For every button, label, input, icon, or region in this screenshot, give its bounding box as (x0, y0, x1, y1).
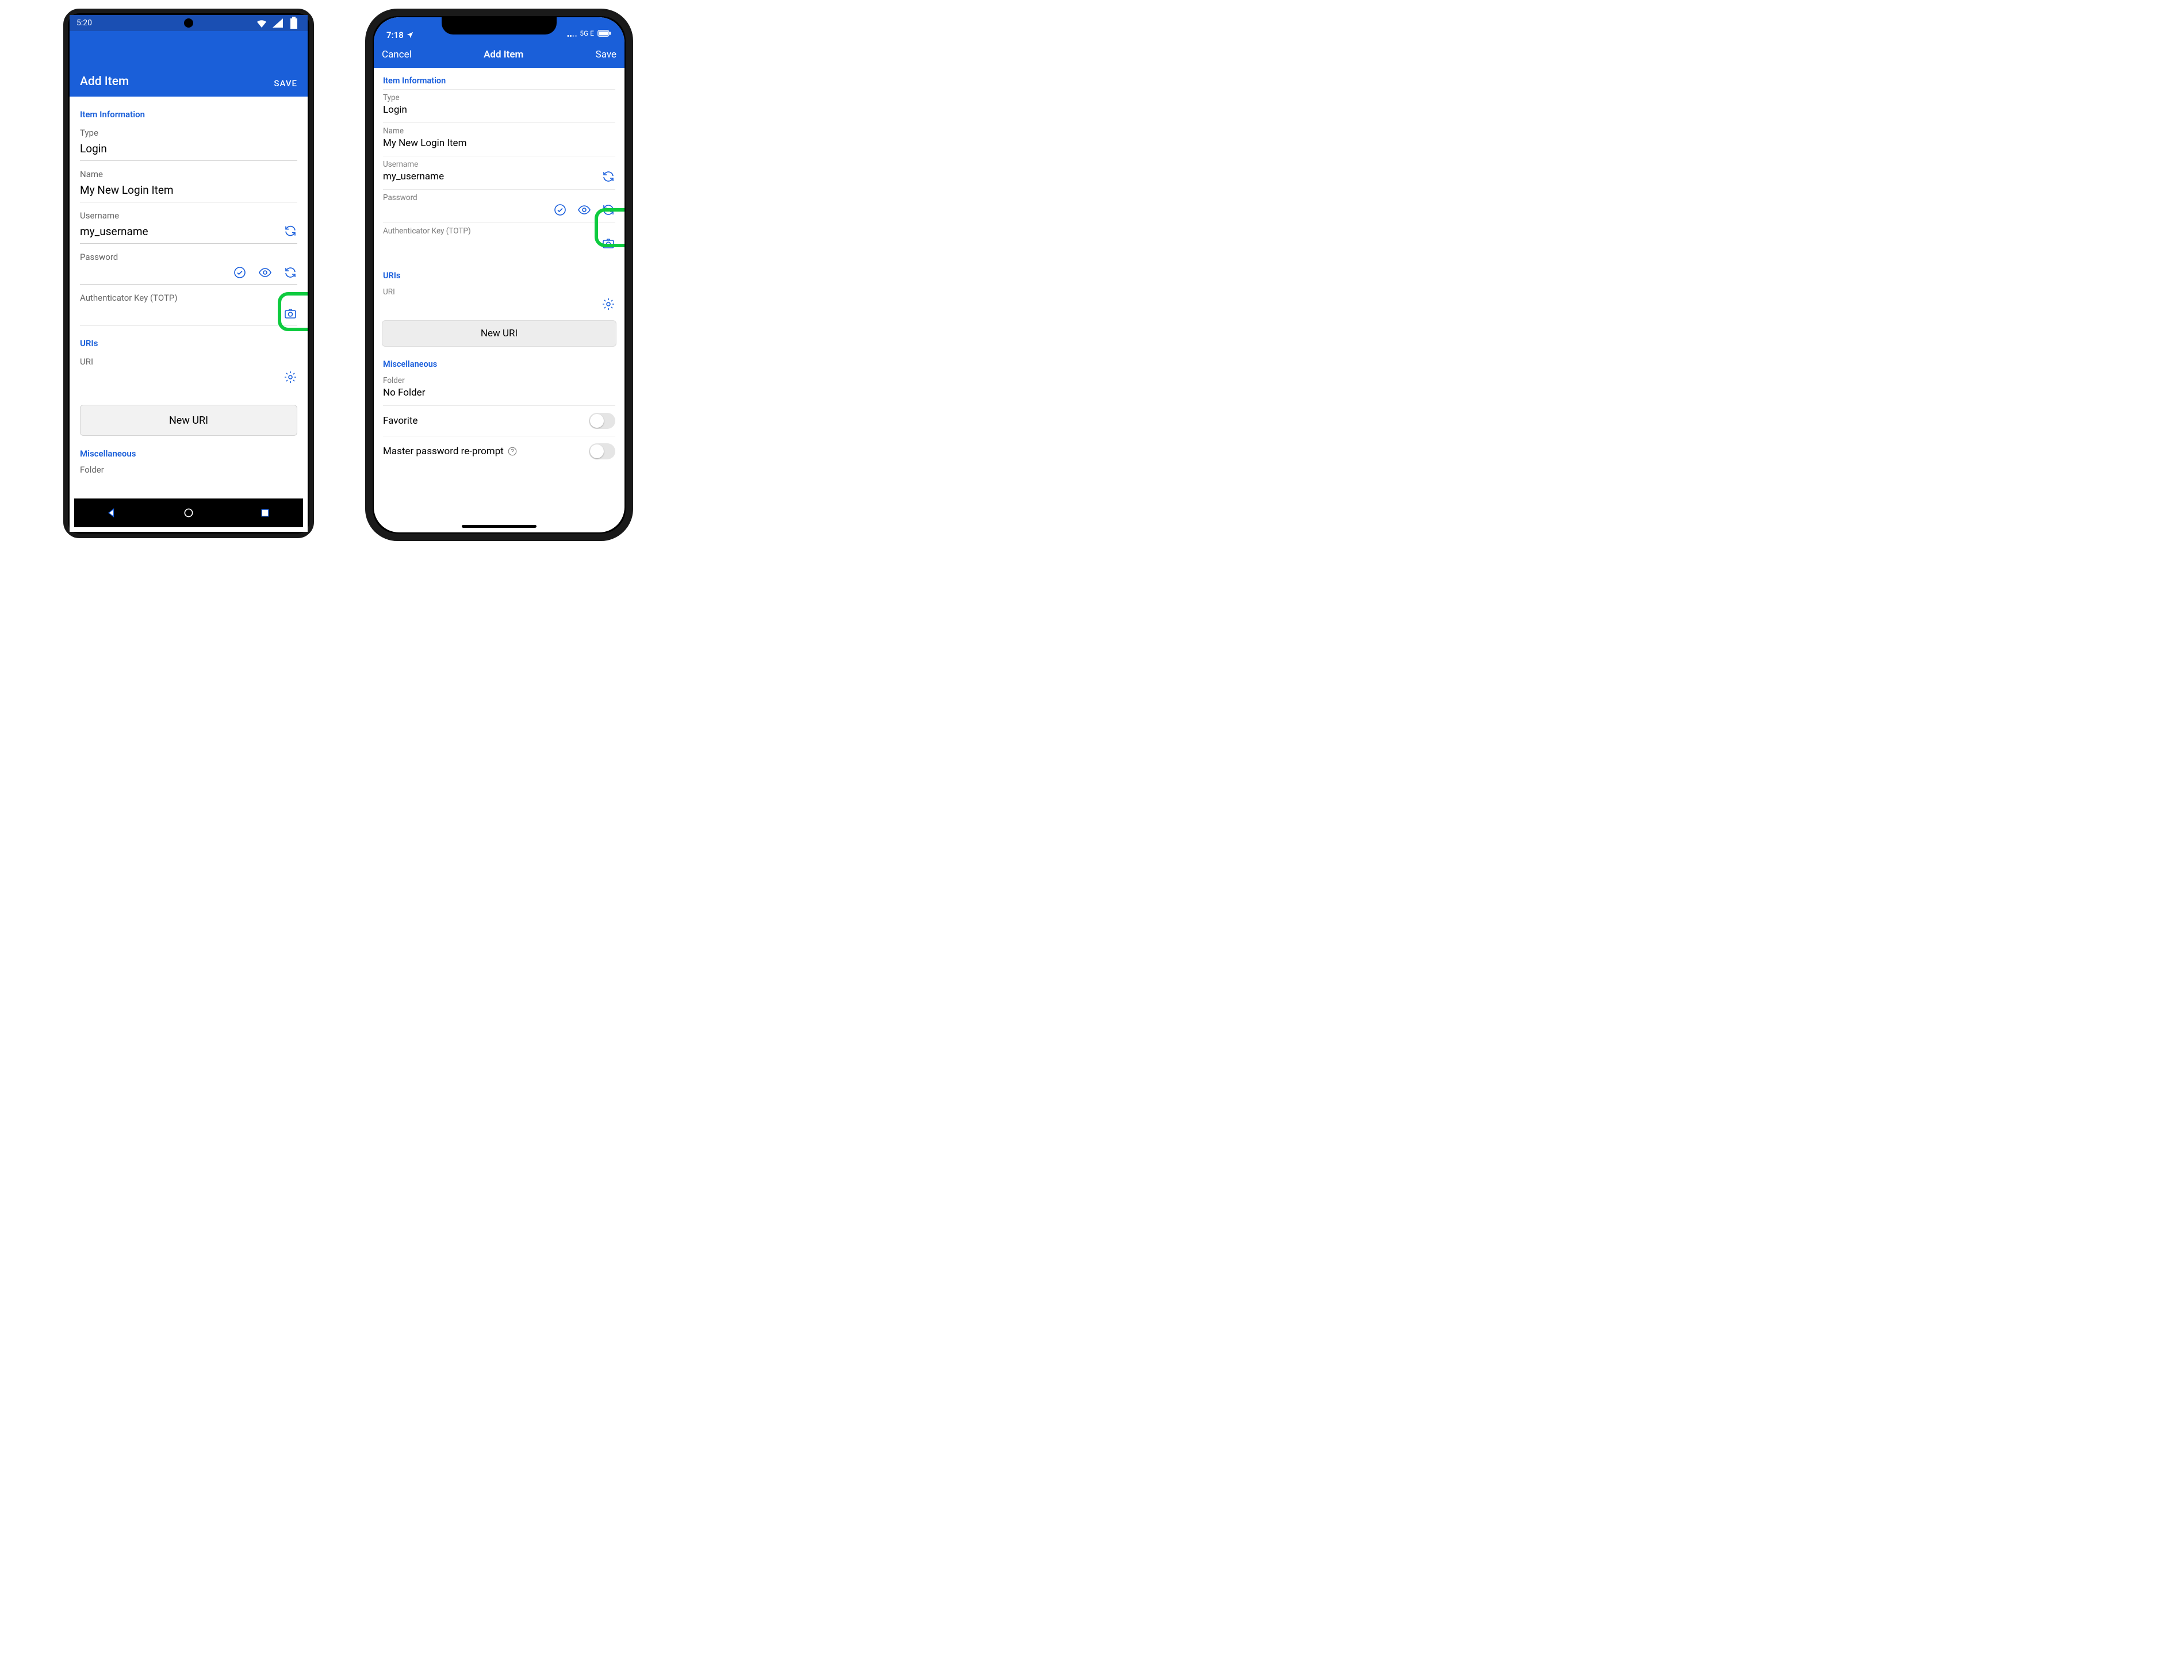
volume-up-button (365, 120, 366, 154)
ios-device: 7:18 5G E Cancel Add Item Save Item Info… (365, 9, 633, 541)
gear-icon[interactable] (283, 370, 297, 384)
password-field[interactable]: Password (383, 189, 615, 223)
wifi-icon (255, 16, 269, 30)
cell-signal-icon (566, 26, 577, 40)
uri-value (383, 297, 615, 314)
save-button[interactable]: SAVE (274, 78, 297, 89)
folder-value: No Folder (383, 385, 615, 403)
password-label: Password (80, 252, 297, 262)
uri-field[interactable]: URI (383, 284, 615, 317)
gear-icon[interactable] (601, 297, 615, 311)
name-field[interactable]: Name My New Login Item (383, 122, 615, 156)
folder-label: Folder (383, 376, 615, 385)
home-icon[interactable] (182, 506, 196, 520)
recent-apps-icon[interactable] (258, 506, 272, 520)
refresh-icon[interactable] (601, 170, 615, 183)
silence-switch (365, 85, 366, 105)
totp-value (383, 236, 615, 254)
username-value: my_username (80, 225, 148, 238)
type-value: Login (383, 102, 615, 120)
section-item-info: Item Information (383, 76, 615, 86)
network-label: 5G E (580, 29, 594, 37)
type-picker[interactable]: Login (80, 138, 297, 161)
reprompt-toggle[interactable] (589, 443, 615, 459)
navbar-title: Add Item (484, 49, 523, 60)
section-uris: URIs (80, 338, 297, 348)
cancel-button[interactable]: Cancel (382, 49, 412, 60)
favorite-toggle[interactable] (589, 413, 615, 429)
android-screen: 5:20 Add Item SAVE Item Information Type… (70, 15, 308, 532)
refresh-icon[interactable] (601, 203, 615, 217)
volume-down-button (365, 163, 366, 197)
appbar-title: Add Item (80, 75, 129, 89)
status-icons (255, 16, 301, 30)
battery-icon (597, 26, 612, 40)
section-item-info: Item Information (80, 109, 297, 120)
uri-label: URI (383, 287, 615, 297)
type-field[interactable]: Type Login (383, 89, 615, 122)
uri-label: URI (80, 356, 297, 367)
totp-label: Authenticator Key (TOTP) (80, 293, 297, 303)
name-input[interactable]: My New Login Item (80, 179, 297, 202)
section-misc: Miscellaneous (80, 448, 297, 459)
ios-navbar: Cancel Add Item Save (374, 41, 624, 68)
favorite-row: Favorite (383, 405, 615, 436)
uri-input[interactable] (80, 367, 297, 389)
refresh-icon[interactable] (283, 224, 297, 237)
home-indicator[interactable] (462, 525, 537, 528)
battery-icon (287, 16, 301, 30)
favorite-label: Favorite (383, 415, 418, 427)
android-statusbar: 5:20 (70, 15, 308, 31)
camera-icon[interactable] (601, 236, 615, 250)
ios-content: Item Information Type Login Name My New … (374, 68, 624, 505)
camera-hole (184, 18, 193, 28)
name-label: Name (383, 126, 615, 136)
notch (442, 17, 557, 34)
android-time: 5:20 (76, 18, 92, 28)
folder-label: Folder (80, 465, 297, 475)
type-label: Type (383, 93, 615, 102)
username-label: Username (80, 210, 297, 221)
android-device: 5:20 Add Item SAVE Item Information Type… (63, 9, 314, 538)
username-input[interactable]: my_username (80, 221, 297, 244)
section-misc: Miscellaneous (383, 359, 615, 369)
username-label: Username (383, 160, 615, 169)
password-input[interactable] (80, 262, 297, 285)
refresh-icon[interactable] (283, 266, 297, 279)
android-appbar: Add Item SAVE (70, 31, 308, 97)
name-label: Name (80, 169, 297, 179)
name-value: My New Login Item (383, 136, 615, 154)
check-circle-icon[interactable] (553, 203, 567, 217)
new-uri-button[interactable]: New URI (80, 405, 297, 436)
section-uris: URIs (383, 271, 615, 281)
ios-screen: 7:18 5G E Cancel Add Item Save Item Info… (374, 17, 624, 532)
folder-field[interactable]: Folder No Folder (383, 373, 615, 405)
location-icon (406, 31, 414, 39)
password-label: Password (383, 193, 615, 202)
username-value: my_username (383, 169, 615, 187)
username-field[interactable]: Username my_username (383, 156, 615, 189)
help-circle-icon[interactable] (507, 446, 518, 457)
totp-input[interactable] (80, 303, 297, 325)
android-content: Item Information Type Login Name My New … (70, 97, 308, 504)
camera-icon[interactable] (283, 306, 297, 320)
eye-icon[interactable] (577, 203, 591, 217)
totp-field[interactable]: Authenticator Key (TOTP) (383, 223, 615, 256)
android-system-nav (74, 498, 303, 527)
ios-time: 7:18 (386, 30, 404, 40)
new-uri-button[interactable]: New URI (382, 320, 616, 347)
check-circle-icon[interactable] (233, 266, 247, 279)
save-button[interactable]: Save (596, 49, 616, 60)
signal-icon (271, 16, 285, 30)
reprompt-row: Master password re-prompt (383, 436, 615, 466)
totp-label: Authenticator Key (TOTP) (383, 227, 615, 236)
reprompt-label: Master password re-prompt (383, 446, 504, 457)
type-label: Type (80, 128, 297, 138)
back-icon[interactable] (105, 506, 119, 520)
eye-icon[interactable] (258, 266, 272, 279)
